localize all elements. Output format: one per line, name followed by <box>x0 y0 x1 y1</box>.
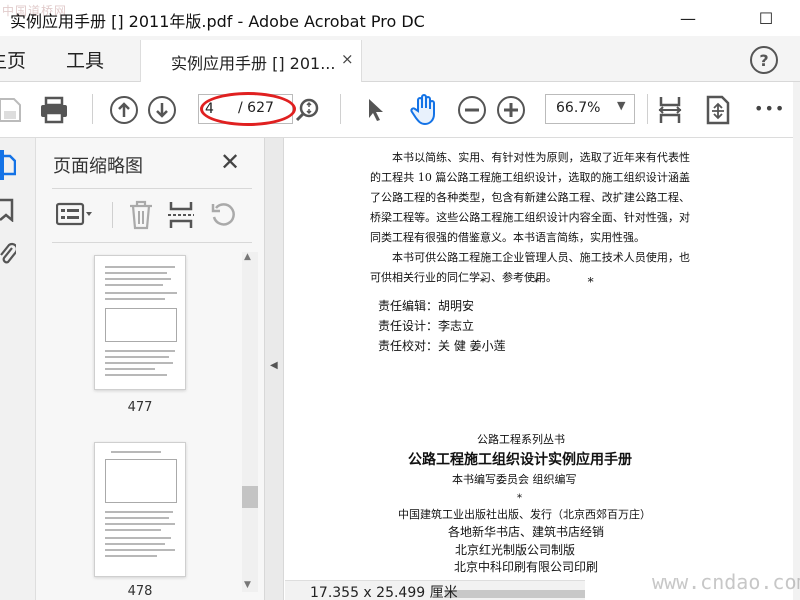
hand-icon <box>410 94 435 126</box>
pane-close-button[interactable]: ✕ <box>220 148 240 176</box>
scroll-down-icon[interactable]: ▼ <box>244 580 251 590</box>
more-tools-button[interactable]: ••• <box>754 99 785 118</box>
help-button[interactable]: ? <box>750 46 778 74</box>
tab-bar <box>0 36 800 82</box>
bookmark-icon <box>0 198 14 223</box>
hand-tool-button[interactable] <box>406 92 442 128</box>
next-page-button[interactable] <box>144 92 180 128</box>
highlight-oval <box>200 92 296 126</box>
zoom-value: 66.7% <box>556 100 601 116</box>
thumbnail-options-button[interactable] <box>55 200 94 234</box>
fit-page-icon <box>658 97 682 123</box>
insert-page-icon <box>168 202 194 228</box>
arrow-up-icon <box>110 96 138 124</box>
attachments-nav-button[interactable] <box>0 242 19 270</box>
pane-separator <box>112 202 113 228</box>
list-options-icon <box>55 202 92 226</box>
tab-home[interactable]: 主页 <box>0 46 26 73</box>
print-button[interactable] <box>36 92 72 128</box>
window-title: 实例应用手册 [] 2011年版.pdf - Adobe Acrobat Pro… <box>10 12 425 31</box>
document-paragraph: 本书以简练、实用、有针对性为原则，选取了近年来有代表性的工程共 10 篇公路工程… <box>370 151 690 244</box>
insert-page-button[interactable] <box>168 200 194 234</box>
tab-close-button[interactable]: × <box>341 50 354 68</box>
printer-line: 北京中科印刷有限公司印刷 <box>454 560 599 574</box>
full-screen-button[interactable] <box>700 92 736 128</box>
scroll-up-icon[interactable]: ▲ <box>244 252 251 262</box>
save-icon <box>0 98 21 122</box>
thumbnail-scrollbar-thumb[interactable] <box>242 486 258 508</box>
trash-icon <box>130 200 152 230</box>
fit-page-button[interactable] <box>652 92 688 128</box>
minimize-button[interactable]: — <box>665 0 711 36</box>
chevron-down-icon: ▼ <box>617 99 626 112</box>
editor-line: 本书编写委员会 组织编写 <box>452 473 577 486</box>
minimize-icon: — <box>680 8 696 28</box>
tab-document[interactable]: 实例应用手册 [] 201... × <box>140 40 362 82</box>
book-title: 公路工程施工组织设计实例应用手册 <box>408 452 632 468</box>
pane-divider <box>52 242 252 243</box>
bookmarks-nav-button[interactable] <box>0 198 14 226</box>
tab-tools[interactable]: 工具 <box>66 46 104 73</box>
delete-page-button[interactable] <box>128 200 154 234</box>
expand-page-icon <box>706 95 730 125</box>
zoom-in-button[interactable] <box>493 92 529 128</box>
save-button[interactable] <box>0 92 28 128</box>
thumbnail-label: 478 <box>127 584 153 599</box>
document-paragraphs: 本书以简练、实用、有针对性为原则，选取了近年来有代表性的工程共 10 篇公路工程… <box>370 148 690 288</box>
pane-title: 页面缩略图 <box>53 156 143 177</box>
cursor-arrow-icon <box>369 99 383 121</box>
page-thumbnail[interactable] <box>94 442 186 577</box>
section-separator: * * * <box>480 275 616 289</box>
credits-block: 责任编辑：胡明安 责任设计：李志立 责任校对：关 健 姜小莲 <box>378 296 506 356</box>
page-thumbnail[interactable] <box>94 255 186 390</box>
arrow-down-icon <box>148 96 176 124</box>
printer-icon <box>41 96 67 124</box>
tab-document-label: 实例应用手册 [] 201... <box>171 54 336 73</box>
rotate-page-button[interactable] <box>210 202 236 232</box>
distribution-line: 各地新华书店、建筑书店经销 <box>448 525 605 539</box>
select-tool-button[interactable] <box>358 92 394 128</box>
watermark-bottom-right: www.cndao.com <box>652 570 800 594</box>
credit-line: 责任编辑：胡明安 <box>378 299 475 313</box>
credit-line: 责任校对：关 健 姜小莲 <box>378 339 506 353</box>
page-thumbnails-nav-button[interactable] <box>0 154 17 180</box>
zoom-out-button[interactable] <box>454 92 490 128</box>
page-thumbnails-icon <box>0 154 17 176</box>
pane-divider <box>52 188 252 189</box>
rotate-icon <box>211 203 235 226</box>
toolbar-separator <box>647 94 648 124</box>
zoom-marquee-button[interactable] <box>290 92 326 128</box>
maximize-button[interactable]: ☐ <box>743 0 789 36</box>
zoom-magnifier-icon <box>295 98 319 122</box>
thumbnail-scrollbar[interactable] <box>242 252 258 592</box>
plus-icon <box>497 96 525 124</box>
credit-line: 责任设计：李志立 <box>378 319 475 333</box>
toolbar-separator <box>340 94 341 124</box>
chevron-left-icon[interactable]: ◀ <box>270 360 278 371</box>
maximize-icon: ☐ <box>758 8 774 28</box>
previous-page-button[interactable] <box>106 92 142 128</box>
paperclip-icon <box>0 242 19 264</box>
series-name: 公路工程系列丛书 <box>477 433 565 446</box>
page-size-readout: 17.355 x 25.499 厘米 <box>310 585 458 600</box>
right-border <box>793 82 800 600</box>
thumbnail-label: 477 <box>127 400 153 415</box>
minus-icon <box>458 96 486 124</box>
horizontal-scrollbar-thumb[interactable] <box>445 590 585 598</box>
toolbar-separator <box>92 94 93 124</box>
